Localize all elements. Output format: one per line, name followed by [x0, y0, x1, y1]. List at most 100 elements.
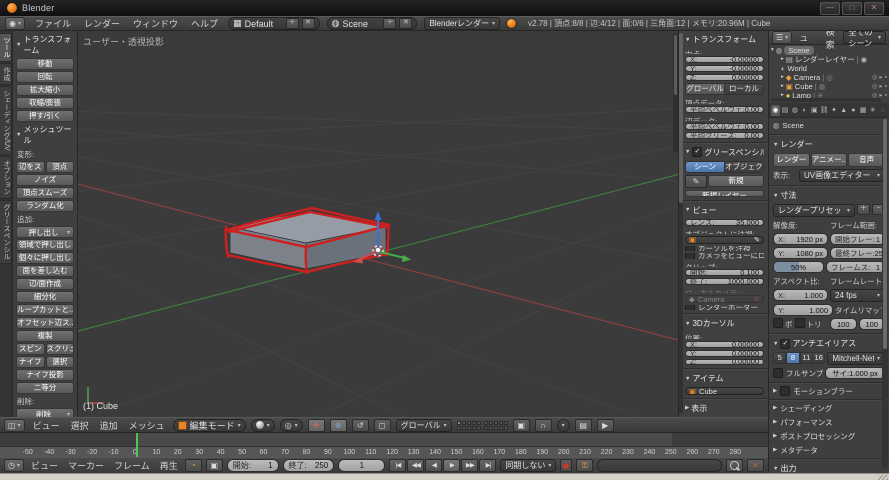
clip-end-field[interactable]: 終了:1000.000 [685, 278, 764, 285]
view3d-editor-selector[interactable]: ◫▾ [4, 419, 25, 432]
gp-checkbox[interactable]: ✓ [692, 147, 702, 157]
resize-grip[interactable] [878, 475, 888, 480]
aa-checkbox[interactable]: ✓ [780, 339, 790, 349]
viewport-shading-selector[interactable]: ▾ [251, 419, 275, 432]
outliner-editor-selector[interactable]: ☰▾ [772, 31, 792, 44]
frame-end-prop-field[interactable]: 最終フレー:250 [830, 247, 885, 259]
auto-keyframe-button[interactable] [560, 459, 572, 472]
tool-button[interactable]: 複製 [16, 330, 74, 342]
frame-start-field[interactable]: 開始:1 [227, 459, 279, 472]
render-audio-button[interactable]: 音声 [848, 153, 885, 167]
pivot-point-selector[interactable]: ◎▾ [280, 419, 303, 432]
tl-menu-playback[interactable]: 再生 [157, 459, 181, 472]
tl-menu-frame[interactable]: フレーム [111, 459, 153, 472]
layer-selector[interactable] [457, 421, 508, 430]
collapsed-panel-header[interactable]: ポストプロセッシング [773, 431, 885, 441]
full-sample-checkbox[interactable] [773, 368, 783, 378]
tool-button[interactable]: ループカットと... [16, 304, 74, 316]
outliner-row-cube[interactable]: ▸▣Cube| ◍ ◎▸▪ [771, 82, 887, 91]
tool-button[interactable]: 二等分 [16, 382, 74, 394]
global-button[interactable]: グローバル [685, 83, 725, 95]
jump-prev-keyframe-button[interactable]: ◀◀ [407, 459, 424, 472]
np-view-header[interactable]: ▼ビュー [685, 204, 764, 217]
layout-name[interactable]: Default [245, 19, 283, 29]
opengl-render-still-icon[interactable]: ▤ [575, 419, 592, 432]
tab-tools[interactable]: ツール [0, 33, 12, 62]
lock-cursor-row[interactable]: カーソルを注視 [685, 246, 764, 251]
resolution-percent-slider[interactable]: 50% [773, 261, 824, 273]
aa-samples-16[interactable]: 16 [813, 352, 825, 364]
full-sample-row[interactable]: フルサンプル [773, 367, 823, 379]
tab-object-icon[interactable]: ▣ [810, 105, 819, 116]
properties-scrollbar[interactable] [882, 119, 888, 469]
snap-element-selector[interactable]: ▾ [557, 419, 570, 432]
tab-modifiers-icon[interactable]: ✦ [830, 105, 839, 116]
tab-physics-icon[interactable]: ◌ [878, 105, 887, 116]
edge-crease-field[interactable]: 平均クリース:0.00 [685, 132, 764, 139]
border-checkbox[interactable] [773, 318, 783, 328]
collapsed-panel-header[interactable]: メタデータ [773, 445, 885, 455]
manipulator-rotate-icon[interactable]: ↺ [352, 419, 369, 432]
aa-samples-8[interactable]: 8 [786, 352, 799, 364]
aa-samples-5[interactable]: 5 [773, 352, 786, 364]
tab-shading-uv[interactable]: シェーディング/UV [0, 86, 12, 155]
tool-button[interactable]: 領域で押し出し [16, 239, 74, 251]
vertex-bevel-field[interactable]: 平均ベベルウェ:0.00 [685, 106, 764, 113]
dimensions-panel-header[interactable]: ▼寸法 [773, 189, 885, 202]
outliner-row-world[interactable]: ◐World [771, 64, 887, 73]
menu-add[interactable]: 追加 [97, 419, 121, 432]
tab-grease-pencil[interactable]: グリースペンシル [0, 200, 12, 264]
timeline[interactable]: -50-40-30-20-100102030405060708090100110… [0, 433, 768, 457]
clip-start-field[interactable]: 開始:0.100 [685, 269, 764, 276]
median-z-field[interactable]: Z:0.00000 [685, 74, 764, 81]
jump-to-end-button[interactable]: ▶| [479, 459, 496, 472]
use-preview-range-icon[interactable]: ◔ [185, 459, 202, 472]
local-button[interactable]: ローカル [725, 83, 764, 95]
resolution-y-field[interactable]: Y:1080 px [773, 247, 828, 259]
median-x-field[interactable]: X:-0.00000 [685, 56, 764, 63]
extrude-menu-button[interactable]: 押し出し▾ [16, 226, 74, 238]
delete-scene-button[interactable]: ✕ [399, 18, 412, 29]
tab-scene-icon[interactable]: ◍ [790, 105, 799, 116]
remap-old-field[interactable]: 100 [830, 318, 857, 330]
tool-button[interactable]: 拡大縮小 [16, 84, 74, 96]
np-grease-pencil-header[interactable]: ▼✓グリースペンシルレイ... [685, 146, 764, 159]
lock-to-scene-icon[interactable]: ▣ [513, 419, 530, 432]
add-layout-button[interactable]: ＋ [286, 18, 299, 29]
screen-layout-selector[interactable]: ▦ Default ＋ ✕ [228, 17, 320, 30]
outliner-row-camera[interactable]: ▸◆Camera| ◎ ◎▸▪ [771, 73, 887, 82]
gp-new-layer-button[interactable]: 新規レイヤー [685, 190, 764, 197]
tool-button[interactable]: 移動 [16, 58, 74, 70]
edge-bevel-field[interactable]: 平均ベベルウェ:0.00 [685, 123, 764, 130]
manipulator-scale-icon[interactable]: ◻ [374, 419, 391, 432]
tab-options[interactable]: オプション [0, 156, 12, 199]
tl-menu-view[interactable]: ビュー [28, 459, 61, 472]
delete-layout-button[interactable]: ✕ [302, 18, 315, 29]
lock-camera-checkbox[interactable] [685, 253, 695, 258]
render-display-selector[interactable]: UV画像エディター▾ [799, 169, 885, 182]
aspect-x-field[interactable]: X:1.000 [773, 289, 828, 301]
tab-material-icon[interactable]: ● [849, 105, 858, 116]
gp-new-button[interactable]: 新規 [708, 175, 764, 187]
render-engine-selector[interactable]: Blenderレンダー▾ [424, 17, 500, 30]
tool-button[interactable]: スクリュ [46, 343, 75, 355]
gp-object-button[interactable]: オブジェクト [725, 161, 764, 173]
menu-mesh[interactable]: メッシュ [126, 419, 168, 432]
cursor-x-field[interactable]: X:0.00000 [685, 341, 764, 348]
collapsed-panel-header[interactable]: パフォーマンス [773, 417, 885, 427]
aa-size-field[interactable]: サイ:1.000 px [825, 367, 885, 379]
tool-button[interactable]: 個々に押し出し [16, 252, 74, 264]
frame-end-field[interactable]: 終了:250 [283, 459, 335, 472]
tool-button[interactable]: 細分化 [16, 291, 74, 303]
tool-button[interactable]: 押す/引く [16, 110, 74, 122]
tool-button[interactable]: 辺をス [16, 161, 45, 173]
tab-world-icon[interactable]: ◐ [800, 105, 809, 116]
editor-type-selector[interactable]: ◉▾ [5, 17, 25, 30]
panel-transform-header[interactable]: ▼トランスフォーム [16, 33, 74, 57]
current-frame-marker[interactable] [136, 433, 138, 457]
tab-render-icon[interactable]: ◉ [771, 105, 780, 116]
tool-button[interactable]: 面を差し込む [16, 265, 74, 277]
transform-orientation-selector[interactable]: グローバル▾ [396, 419, 452, 432]
tool-button[interactable]: 回転 [16, 71, 74, 83]
n-panel-scrollbar[interactable] [679, 33, 683, 413]
